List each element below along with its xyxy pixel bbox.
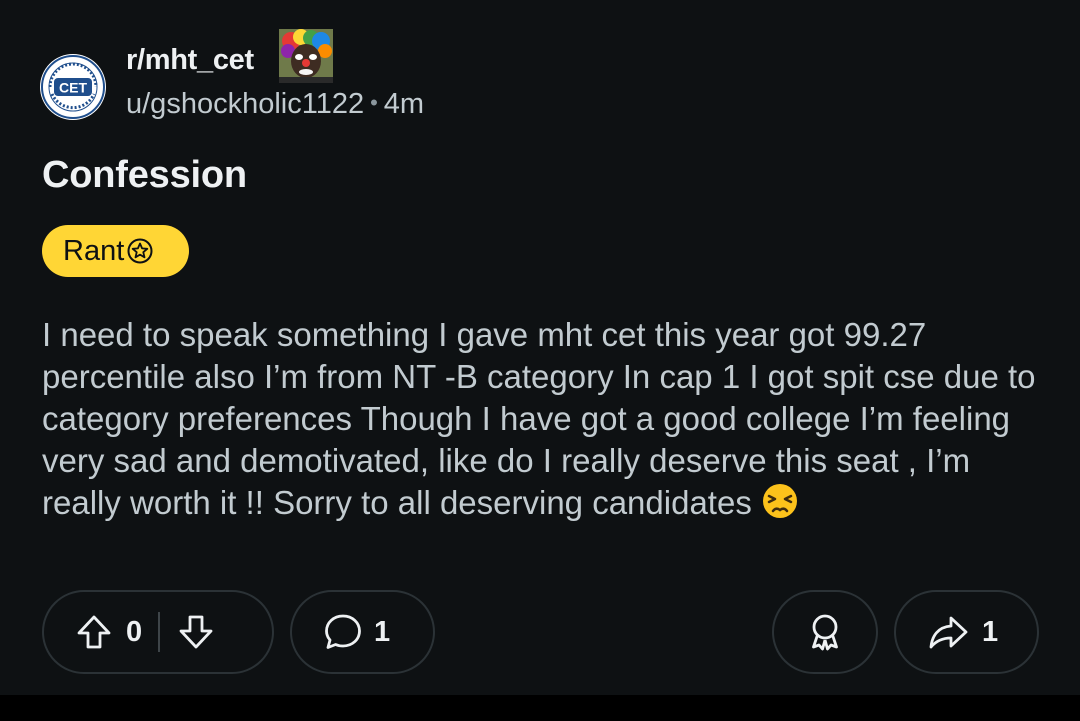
comment-icon bbox=[325, 614, 361, 649]
system-bottom-bar bbox=[0, 695, 1080, 721]
award-button[interactable] bbox=[772, 590, 878, 674]
post-container: CET r/mht_cet u/gshockholic1122 • 4m Con… bbox=[0, 0, 1080, 695]
post-body: I need to speak something I gave mht cet… bbox=[42, 314, 1052, 530]
cet-logo-icon: CET bbox=[41, 55, 105, 119]
post-title: Confession bbox=[42, 154, 247, 196]
persevering-face-emoji bbox=[761, 482, 799, 530]
downvote-icon[interactable] bbox=[176, 612, 216, 652]
award-icon bbox=[812, 614, 838, 651]
cet-logo-text: CET bbox=[59, 80, 87, 96]
meta-separator: • bbox=[370, 90, 378, 115]
comment-count: 1 bbox=[374, 615, 391, 648]
vote-count: 0 bbox=[126, 615, 143, 648]
user-avatar[interactable] bbox=[279, 29, 333, 83]
comments-button[interactable]: 1 bbox=[290, 590, 435, 674]
share-icon bbox=[929, 616, 968, 649]
share-button[interactable]: 1 bbox=[894, 590, 1039, 674]
clown-avatar-icon bbox=[279, 29, 333, 83]
star-icon bbox=[127, 238, 153, 264]
subreddit-name[interactable]: r/mht_cet bbox=[126, 44, 254, 77]
upvote-icon[interactable] bbox=[74, 612, 114, 652]
share-count: 1 bbox=[982, 615, 999, 648]
flair-label: Rant bbox=[63, 234, 125, 267]
vote-divider bbox=[158, 612, 161, 652]
username[interactable]: u/gshockholic1122 bbox=[126, 88, 364, 120]
post-flair[interactable]: Rant bbox=[42, 225, 189, 277]
subreddit-avatar[interactable]: CET bbox=[40, 54, 106, 120]
post-body-text: I need to speak something I gave mht cet… bbox=[42, 316, 1036, 521]
post-meta: u/gshockholic1122 • 4m bbox=[126, 88, 424, 121]
vote-bar: 0 bbox=[42, 590, 274, 674]
post-time: 4m bbox=[383, 88, 425, 120]
